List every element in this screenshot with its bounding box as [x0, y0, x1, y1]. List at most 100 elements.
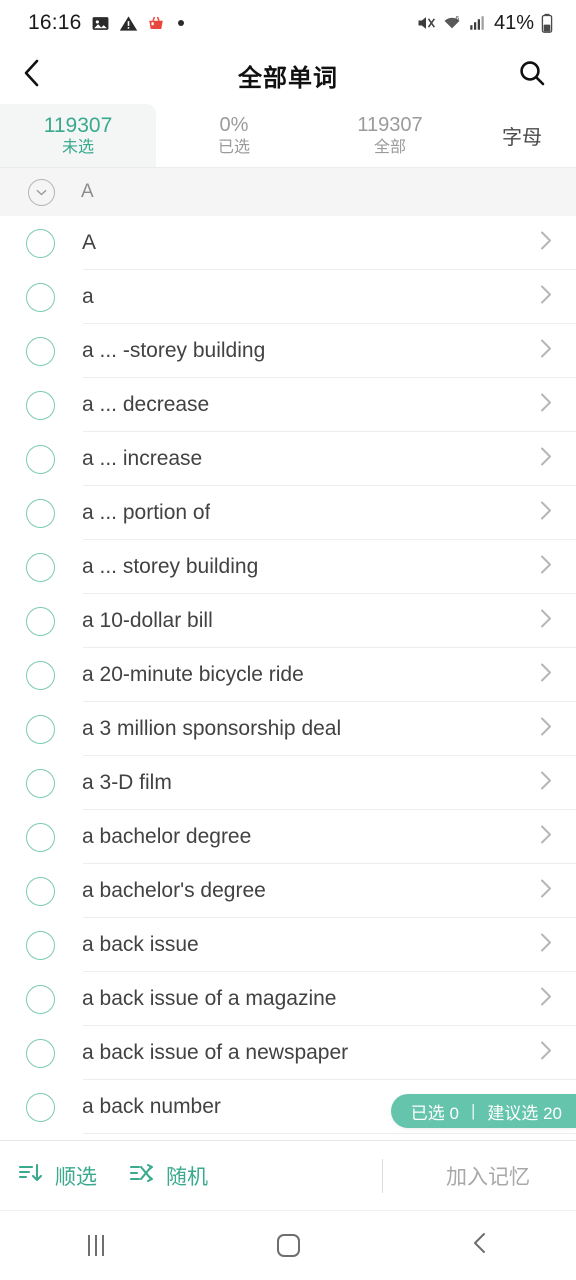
word-list-item[interactable]: a ... decrease	[0, 378, 576, 432]
title-bar: 全部单词	[0, 46, 576, 104]
word-checkbox[interactable]	[26, 930, 55, 960]
chevron-right-icon[interactable]	[538, 446, 554, 473]
tab-unselected-label: 未选	[61, 139, 94, 157]
word-list-item[interactable]: a back issue of a magazine	[0, 972, 576, 1026]
word-list-item[interactable]: a ... -storey building	[0, 324, 576, 378]
android-nav-bar	[0, 1210, 576, 1280]
chevron-right-icon[interactable]	[538, 770, 554, 797]
word-label: a ... storey building	[82, 555, 259, 578]
word-label: a 3-D film	[82, 771, 172, 794]
back-button[interactable]	[0, 46, 64, 104]
word-checkbox[interactable]	[26, 822, 55, 852]
chevron-right-icon[interactable]	[538, 230, 554, 257]
chevron-right-icon[interactable]	[538, 392, 554, 419]
word-label: a bachelor degree	[82, 825, 252, 848]
word-list-item[interactable]: a 10-dollar bill	[0, 594, 576, 648]
filter-tab-bar: 119307 未选 0% 已选 119307 全部 字母	[0, 104, 576, 168]
status-bar-clock: 16:16	[28, 11, 82, 34]
word-list-item[interactable]: a ... storey building	[0, 540, 576, 594]
word-label: a 20-minute bicycle ride	[82, 663, 304, 686]
word-label: a bachelor's degree	[82, 879, 266, 902]
word-list[interactable]: Aa a ... -storey building a ... decrease a …	[0, 216, 576, 1140]
signal-icon	[468, 14, 486, 32]
app-root: 16:16 6 41% 全部单词 119307 未选 0% 已选 119307 …	[0, 0, 576, 1280]
image-icon	[91, 14, 110, 33]
word-label: a ... -storey building	[82, 339, 266, 362]
selected-count-label: 已选 0	[410, 1103, 459, 1123]
word-checkbox[interactable]	[26, 228, 55, 258]
chevron-right-icon[interactable]	[538, 1040, 554, 1067]
search-button[interactable]	[506, 46, 558, 104]
chevron-right-icon[interactable]	[538, 986, 554, 1013]
word-list-item[interactable]: a back issue	[0, 918, 576, 972]
recents-button[interactable]	[51, 1211, 141, 1280]
word-label: a ... increase	[82, 447, 203, 470]
word-checkbox[interactable]	[26, 768, 55, 798]
section-header[interactable]: A	[0, 168, 576, 216]
word-list-item[interactable]: a ... portion of	[0, 486, 576, 540]
word-list-item[interactable]: a ... increase	[0, 432, 576, 486]
tab-selected-label: 已选	[217, 138, 250, 156]
word-checkbox[interactable]	[26, 282, 55, 312]
letter-index-button[interactable]: 字母	[468, 104, 576, 167]
word-label: a 3 million sponsorship deal	[82, 717, 342, 740]
word-list-item[interactable]: a 3 million sponsorship deal	[0, 702, 576, 756]
word-label: a back issue of a newspaper	[82, 1041, 349, 1064]
shopping-basket-icon	[147, 14, 165, 32]
word-label: a ... decrease	[82, 393, 210, 416]
word-checkbox[interactable]	[26, 1092, 55, 1122]
chevron-right-icon[interactable]	[538, 824, 554, 851]
word-checkbox[interactable]	[26, 336, 55, 366]
tab-unselected[interactable]: 119307 未选	[0, 104, 156, 167]
word-checkbox[interactable]	[26, 390, 55, 420]
word-list-item[interactable]: a bachelor's degree	[0, 864, 576, 918]
chevron-right-icon[interactable]	[538, 716, 554, 743]
status-bar-right: 6 41%	[416, 12, 554, 35]
add-to-memory-button[interactable]: 加入记忆	[400, 1141, 576, 1210]
chevron-right-icon[interactable]	[538, 284, 554, 311]
word-list-item[interactable]: a 3-D film	[0, 756, 576, 810]
svg-text:6: 6	[455, 16, 459, 23]
search-icon	[517, 58, 547, 93]
nav-back-button[interactable]	[435, 1211, 525, 1280]
word-label: a ... portion of	[82, 501, 211, 524]
shuffle-icon	[129, 1161, 155, 1190]
word-list-item[interactable]: a	[0, 270, 576, 324]
sequential-select-button[interactable]: 顺选	[0, 1141, 113, 1210]
word-checkbox[interactable]	[26, 552, 55, 582]
bottom-toolbar: 顺选 随机 加入记忆	[0, 1140, 576, 1210]
tab-all[interactable]: 119307 全部	[312, 104, 468, 167]
word-checkbox[interactable]	[26, 498, 55, 528]
chevron-left-icon	[19, 58, 45, 93]
suggested-count-label: 建议选 20	[487, 1103, 562, 1123]
word-list-item[interactable]: A	[0, 216, 576, 270]
tab-all-count: 119307	[357, 114, 423, 137]
chevron-right-icon[interactable]	[538, 554, 554, 581]
selection-summary-pill[interactable]: 已选 0 | 建议选 20	[390, 1094, 576, 1128]
chevron-right-icon[interactable]	[538, 608, 554, 635]
word-checkbox[interactable]	[26, 1038, 55, 1068]
sequential-select-label: 顺选	[55, 1165, 97, 1189]
home-button[interactable]	[243, 1211, 333, 1280]
word-checkbox[interactable]	[26, 444, 55, 474]
word-list-item[interactable]: a back issue of a newspaper	[0, 1026, 576, 1080]
word-label: a	[82, 285, 94, 308]
chevron-down-circle-icon[interactable]	[28, 178, 55, 206]
tab-selected-count: 0%	[219, 114, 249, 137]
chevron-right-icon[interactable]	[538, 662, 554, 689]
random-select-button[interactable]: 随机	[113, 1141, 224, 1210]
word-list-item[interactable]: a bachelor degree	[0, 810, 576, 864]
word-checkbox[interactable]	[26, 660, 55, 690]
word-label: a back issue of a magazine	[82, 987, 337, 1010]
word-checkbox[interactable]	[26, 876, 55, 906]
chevron-right-icon[interactable]	[538, 338, 554, 365]
word-checkbox[interactable]	[26, 714, 55, 744]
sort-descending-icon	[18, 1161, 44, 1190]
word-checkbox[interactable]	[26, 606, 55, 636]
chevron-right-icon[interactable]	[538, 878, 554, 905]
word-checkbox[interactable]	[26, 984, 55, 1014]
chevron-right-icon[interactable]	[538, 500, 554, 527]
word-list-item[interactable]: a 20-minute bicycle ride	[0, 648, 576, 702]
tab-selected[interactable]: 0% 已选	[156, 104, 312, 167]
chevron-right-icon[interactable]	[538, 932, 554, 959]
